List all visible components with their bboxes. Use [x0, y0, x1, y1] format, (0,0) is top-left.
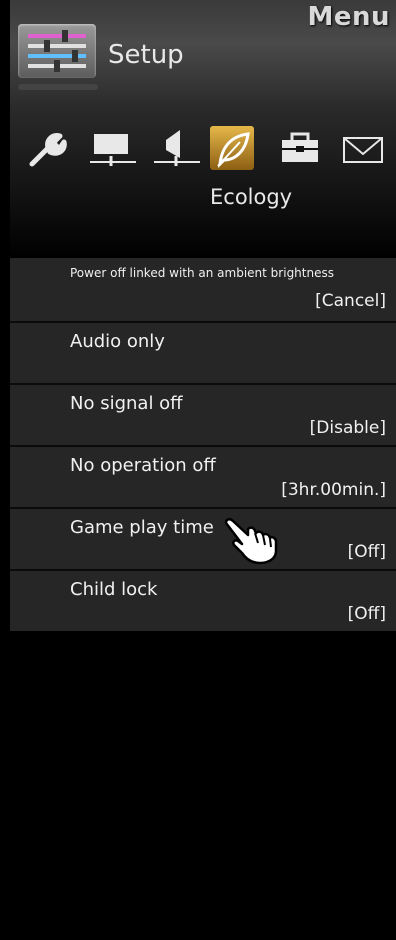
- envelope-icon[interactable]: [340, 126, 384, 170]
- setting-value: [3hr.00min.]: [281, 480, 386, 500]
- monitor-icon[interactable]: [88, 126, 136, 170]
- menu-header: Menu Setup: [10, 0, 396, 108]
- setting-value: [Off]: [347, 542, 386, 562]
- speaker-icon[interactable]: [152, 126, 200, 170]
- toolbox-icon[interactable]: [278, 126, 322, 170]
- settings-list: Power off linked with an ambient brightn…: [10, 258, 396, 631]
- setting-label: No operation off: [70, 455, 216, 476]
- setting-no-operation-off[interactable]: No operation off [3hr.00min.]: [10, 445, 396, 507]
- setting-power-off-ambient[interactable]: Power off linked with an ambient brightn…: [10, 258, 396, 321]
- header-underline: [18, 84, 98, 90]
- setting-audio-only[interactable]: Audio only: [10, 321, 396, 383]
- category-tabs: Ecology: [10, 108, 396, 258]
- pointing-hand-icon: [224, 515, 284, 565]
- menu-title: Menu: [307, 2, 390, 32]
- setting-value: [Disable]: [309, 418, 386, 438]
- setting-label: Audio only: [70, 331, 165, 352]
- section-title: Setup: [108, 40, 184, 70]
- setting-label: Game play time: [70, 517, 214, 538]
- setting-label: Power off linked with an ambient brightn…: [70, 266, 334, 280]
- setting-game-play-time[interactable]: Game play time [Off]: [10, 507, 396, 569]
- setup-sliders-icon: [18, 24, 96, 78]
- setting-label: Child lock: [70, 579, 158, 600]
- setting-child-lock[interactable]: Child lock [Off]: [10, 569, 396, 631]
- leaf-icon[interactable]: [210, 126, 254, 170]
- setting-value: [Off]: [347, 604, 386, 624]
- setting-no-signal-off[interactable]: No signal off [Disable]: [10, 383, 396, 445]
- setting-label: No signal off: [70, 393, 183, 414]
- left-edge-strip: [0, 0, 10, 940]
- setting-value: [Cancel]: [315, 291, 386, 311]
- wrench-icon[interactable]: [24, 126, 68, 170]
- selected-tab-label: Ecology: [210, 185, 293, 209]
